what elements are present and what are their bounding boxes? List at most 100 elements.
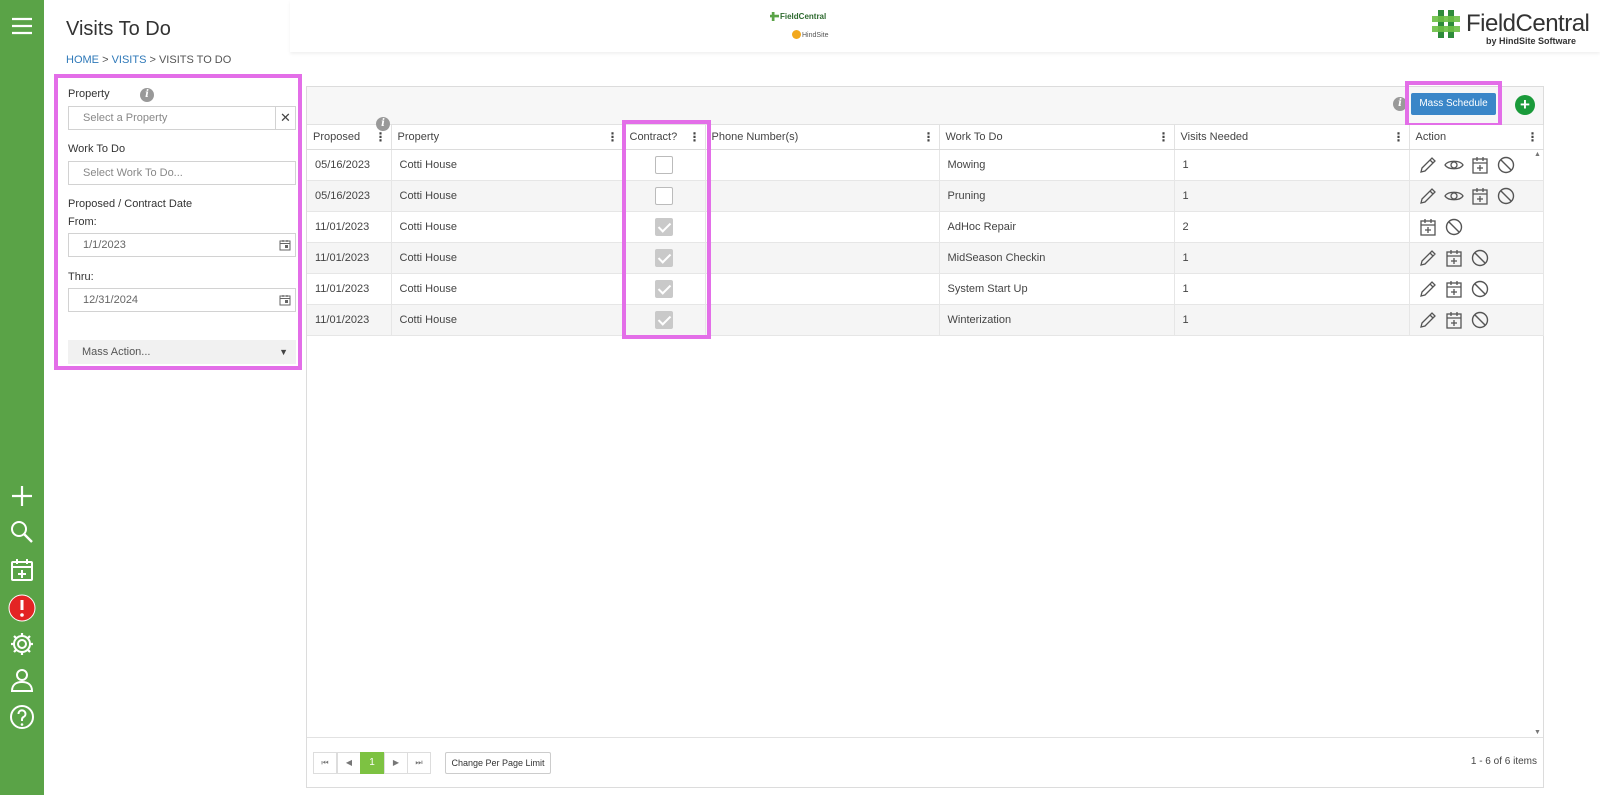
table-row[interactable]: 11/01/2023 Cotti House Winterization 1: [307, 304, 1544, 336]
from-date-input[interactable]: 1/1/2023: [68, 233, 296, 257]
column-header-property[interactable]: Property ⋮: [391, 125, 624, 150]
column-header-work-to-do[interactable]: Work To Do ⋮: [939, 125, 1175, 150]
cell-contract: [623, 180, 706, 212]
cancel-icon[interactable]: [1496, 155, 1516, 175]
breadcrumb-visits[interactable]: VISITS: [112, 54, 147, 66]
mass-schedule-button[interactable]: Mass Schedule: [1411, 93, 1496, 115]
calendar-add-icon[interactable]: [1470, 186, 1490, 206]
add-visit-button[interactable]: +: [1515, 95, 1535, 115]
change-per-page-button[interactable]: Change Per Page Limit: [445, 752, 551, 774]
pencil-icon[interactable]: [1418, 310, 1438, 330]
current-page-button[interactable]: 1: [360, 752, 384, 774]
work-to-do-select[interactable]: Select Work To Do...: [68, 161, 296, 185]
column-header-label: Proposed: [313, 130, 361, 143]
column-menu-icon[interactable]: ⋮: [1393, 130, 1405, 144]
pencil-icon[interactable]: [1418, 248, 1438, 268]
contract-checkbox[interactable]: [655, 310, 673, 329]
mass-action-dropdown[interactable]: Mass Action... ▼: [68, 340, 296, 364]
contract-checkbox[interactable]: [655, 155, 673, 174]
cell-phone: [705, 304, 940, 336]
next-page-button[interactable]: ▶: [384, 752, 408, 774]
table-row[interactable]: 05/16/2023 Cotti House Mowing 1: [307, 149, 1544, 181]
eye-icon[interactable]: [1443, 186, 1464, 206]
first-page-button[interactable]: ⏮: [313, 752, 337, 774]
gear-icon[interactable]: [8, 630, 36, 658]
column-menu-icon[interactable]: ⋮: [1527, 130, 1539, 144]
cell-action: [1409, 304, 1544, 336]
info-icon[interactable]: i: [140, 88, 154, 102]
scroll-up-icon[interactable]: ▲: [1534, 151, 1541, 158]
breadcrumb-home[interactable]: HOME: [66, 54, 99, 66]
user-icon[interactable]: [8, 666, 36, 694]
cancel-icon[interactable]: [1444, 217, 1464, 237]
property-select[interactable]: Select a Property ✕: [68, 106, 296, 130]
calendar-add-icon[interactable]: [1418, 217, 1438, 237]
column-menu-icon[interactable]: ⋮: [689, 130, 701, 144]
center-logo-hindsite: HindSite: [802, 32, 829, 39]
column-header-label: Phone Number(s): [711, 130, 799, 143]
calendar-add-icon[interactable]: [1444, 310, 1464, 330]
contract-checkbox[interactable]: [655, 186, 673, 205]
calendar-add-icon[interactable]: [1444, 248, 1464, 268]
last-page-button[interactable]: ⏭: [407, 752, 431, 774]
column-menu-icon[interactable]: ⋮: [1158, 130, 1170, 144]
info-icon[interactable]: i: [376, 117, 390, 131]
cancel-icon[interactable]: [1470, 310, 1490, 330]
work-to-do-placeholder: Select Work To Do...: [83, 167, 183, 179]
pencil-icon[interactable]: [1418, 186, 1438, 206]
plus-icon[interactable]: [8, 482, 36, 510]
column-header-phone[interactable]: Phone Number(s) ⋮: [705, 125, 940, 150]
column-menu-icon[interactable]: ⋮: [923, 130, 935, 144]
calendar-icon[interactable]: [279, 239, 291, 251]
column-header-action[interactable]: Action ⋮: [1409, 125, 1544, 150]
search-icon[interactable]: [8, 518, 36, 546]
cell-contract: [623, 242, 706, 274]
column-header-visits-needed[interactable]: Visits Needed ⋮: [1174, 125, 1410, 150]
cell-visits-needed: 1: [1174, 180, 1410, 212]
column-menu-icon[interactable]: ⋮: [375, 130, 387, 144]
pencil-icon[interactable]: [1418, 279, 1438, 299]
breadcrumb: HOME > VISITS > VISITS TO DO: [66, 54, 238, 68]
thru-date-input[interactable]: 12/31/2024: [68, 288, 296, 312]
thru-date-value: 12/31/2024: [83, 294, 139, 306]
calendar-add-icon[interactable]: [1444, 279, 1464, 299]
from-label: From:: [68, 216, 97, 228]
cell-contract: [623, 149, 706, 181]
menu-icon[interactable]: [8, 12, 36, 40]
grid-scrollbar[interactable]: ▲ ▼: [1533, 149, 1543, 739]
grid-toolbar: i Mass Schedule +: [307, 81, 1543, 127]
prev-page-button[interactable]: ◀: [337, 752, 361, 774]
cancel-icon[interactable]: [1496, 186, 1516, 206]
cancel-icon[interactable]: [1470, 248, 1490, 268]
cell-property: Cotti House: [391, 304, 624, 336]
table-row[interactable]: 11/01/2023 Cotti House AdHoc Repair 2: [307, 211, 1544, 243]
pencil-icon[interactable]: [1418, 155, 1438, 175]
item-count: 1 - 6 of 6 items: [1470, 756, 1537, 767]
contract-checkbox[interactable]: [655, 217, 673, 236]
eye-icon[interactable]: [1443, 155, 1464, 175]
table-row[interactable]: 11/01/2023 Cotti House System Start Up 1: [307, 273, 1544, 305]
brand-byline: by HindSite Software: [1486, 36, 1577, 46]
contract-checkbox[interactable]: [655, 279, 673, 298]
column-header-contract[interactable]: Contract? ⋮: [623, 125, 706, 150]
cell-action: [1409, 149, 1544, 181]
brand-logo: FieldCentral by HindSite Software: [1430, 6, 1592, 48]
contract-checkbox[interactable]: [655, 248, 673, 267]
clear-icon[interactable]: ✕: [275, 107, 295, 129]
hindsite-mark-icon: [792, 30, 801, 39]
calendar-add-icon[interactable]: [8, 556, 36, 584]
table-row[interactable]: 11/01/2023 Cotti House MidSeason Checkin 1: [307, 242, 1544, 274]
scroll-down-icon[interactable]: ▼: [1534, 729, 1541, 736]
alert-icon[interactable]: [8, 594, 36, 622]
cancel-icon[interactable]: [1470, 279, 1490, 299]
cell-action: [1409, 180, 1544, 212]
header-bar: [290, 0, 1600, 52]
calendar-icon[interactable]: [279, 294, 291, 306]
cell-proposed: 11/01/2023: [307, 304, 392, 336]
calendar-add-icon[interactable]: [1470, 155, 1490, 175]
table-row[interactable]: 05/16/2023 Cotti House Pruning 1: [307, 180, 1544, 212]
help-icon[interactable]: [8, 703, 36, 731]
center-logo: FieldCentral HindSite: [770, 10, 840, 44]
visits-table: Proposed ⋮ Property ⋮ Contract? ⋮ Phone Num…: [307, 125, 1544, 336]
column-menu-icon[interactable]: ⋮: [607, 130, 619, 144]
